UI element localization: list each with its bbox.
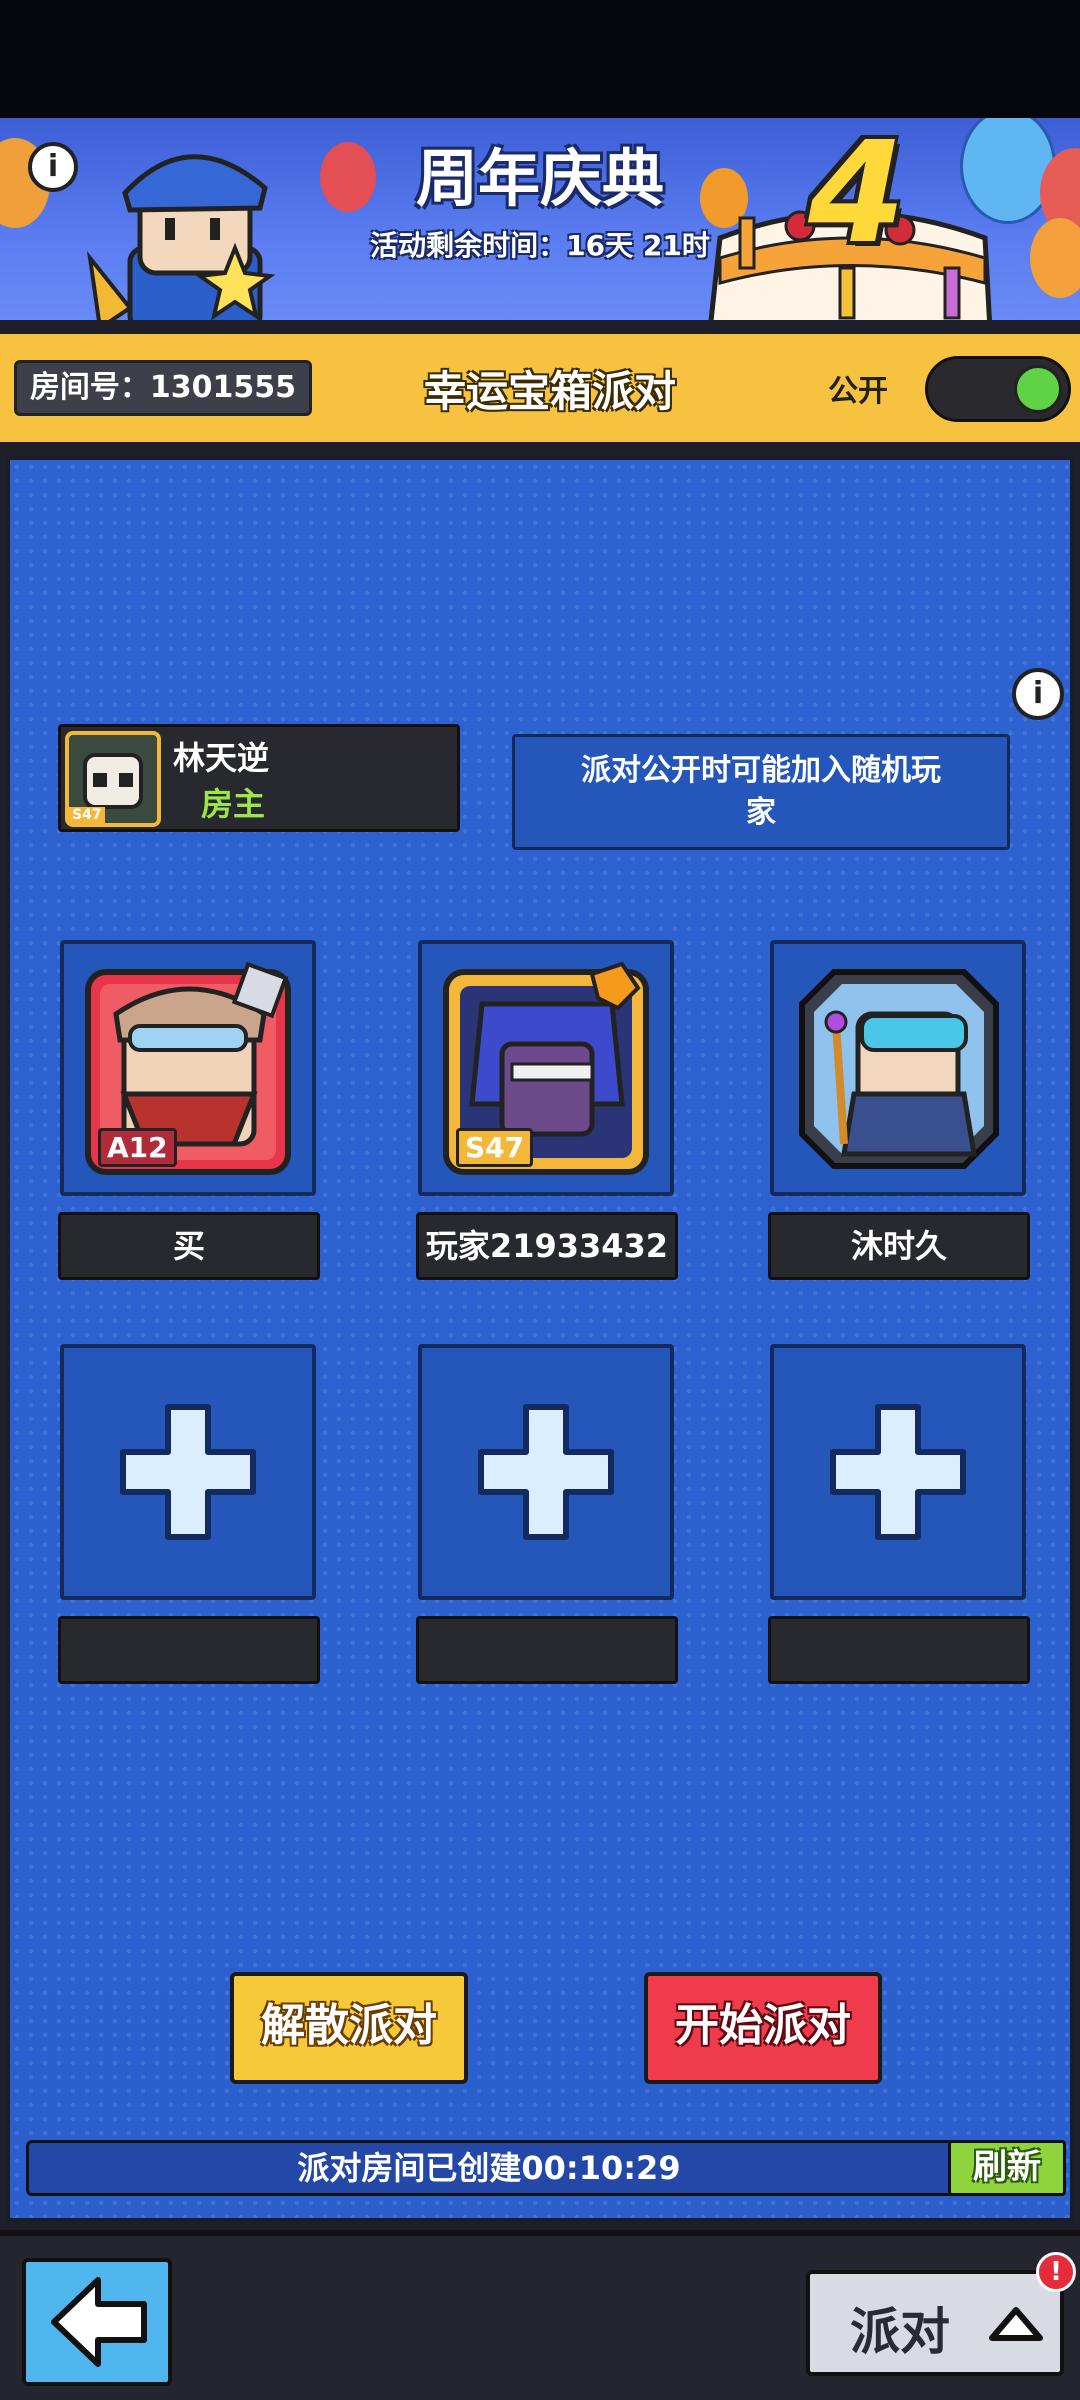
- anniversary-banner[interactable]: i 周年庆典 活动剩余时间：16天 21时 4: [0, 118, 1080, 330]
- member-name: 玩家21933432: [416, 1212, 678, 1280]
- party-panel: i S47 林天逆 房主 派对公开时可能加入随机玩家 A12 S47 买 玩家2…: [6, 456, 1074, 2222]
- room-number: 房间号：1301555: [14, 360, 312, 416]
- start-party-button[interactable]: 开始派对: [644, 1972, 882, 2084]
- notice-text: 派对公开时可能加入随机玩家: [581, 753, 941, 830]
- host-card[interactable]: S47 林天逆 房主: [58, 724, 460, 832]
- party-menu-label: 派对: [850, 2303, 950, 2361]
- anniversary-number: 4: [808, 118, 906, 275]
- host-role: 房主: [201, 785, 266, 823]
- add-member-icon: [478, 1404, 614, 1540]
- room-header: 房间号：1301555 幸运宝箱派对 公开: [0, 330, 1080, 448]
- invite-slot-2[interactable]: [418, 1344, 674, 1600]
- room-title: 幸运宝箱派对: [423, 367, 676, 416]
- public-notice: 派对公开时可能加入随机玩家: [512, 734, 1010, 850]
- invite-slot-3[interactable]: [770, 1344, 1026, 1600]
- chevron-up-icon: [989, 2307, 1043, 2341]
- add-member-icon: [830, 1404, 966, 1540]
- refresh-button[interactable]: 刷新: [948, 2140, 1066, 2196]
- member-avatar-3: [799, 969, 999, 1169]
- party-menu-button[interactable]: 派对: [806, 2270, 1064, 2376]
- room-status-bar: 派对房间已创建00:10:29 刷新: [26, 2140, 1066, 2196]
- member-slot-2[interactable]: S47: [418, 940, 674, 1196]
- disband-party-button[interactable]: 解散派对: [230, 1972, 468, 2084]
- member-rank-badge: A12: [98, 1128, 177, 1167]
- member-name: 买: [58, 1212, 320, 1280]
- add-member-icon: [120, 1404, 256, 1540]
- toggle-knob: [1014, 365, 1062, 413]
- bottom-bar: 派对 !: [0, 2230, 1080, 2400]
- host-rank-badge: S47: [69, 807, 105, 823]
- empty-slot-name: [768, 1616, 1030, 1684]
- member-slot-1[interactable]: A12: [60, 940, 316, 1196]
- back-button[interactable]: [22, 2258, 172, 2386]
- member-slot-3[interactable]: [770, 940, 1026, 1196]
- member-rank-badge: S47: [456, 1128, 534, 1167]
- room-created-timer: 派对房间已创建00:10:29: [297, 2149, 681, 2187]
- empty-slot-name: [58, 1616, 320, 1684]
- notification-badge: !: [1036, 2252, 1076, 2292]
- public-label: 公开: [828, 374, 888, 409]
- empty-slot-name: [416, 1616, 678, 1684]
- invite-slot-1[interactable]: [60, 1344, 316, 1600]
- info-icon[interactable]: i: [1012, 668, 1064, 720]
- public-toggle[interactable]: [925, 356, 1071, 422]
- member-name: 沐时久: [768, 1212, 1030, 1280]
- host-avatar: S47: [65, 731, 161, 827]
- back-arrow-icon: [51, 2277, 147, 2367]
- host-name: 林天逆: [173, 739, 270, 777]
